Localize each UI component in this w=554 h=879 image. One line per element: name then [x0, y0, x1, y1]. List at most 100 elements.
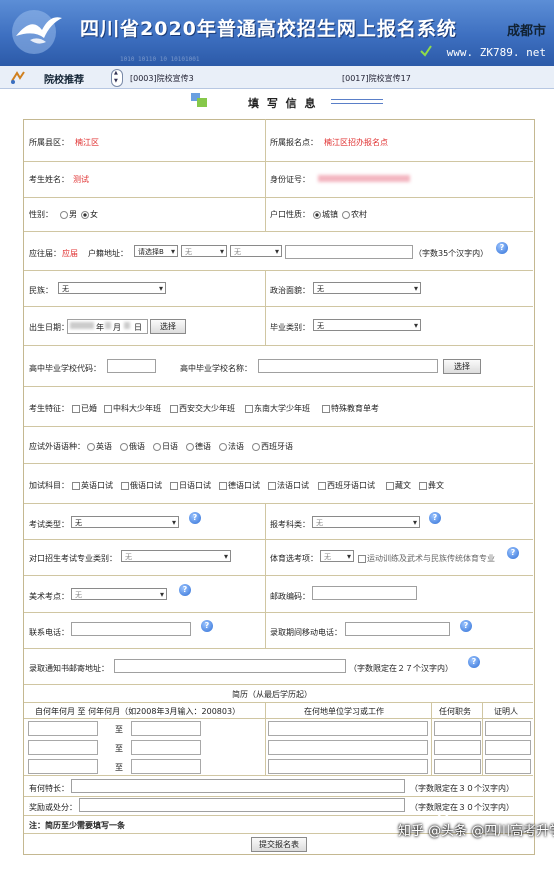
province-select[interactable]: 请选择B — [134, 245, 178, 257]
row-divider — [24, 775, 533, 776]
birth-day-unit: 日 — [134, 323, 142, 332]
resume-from-input[interactable] — [28, 721, 98, 736]
lang-radio[interactable]: 英语 — [87, 441, 112, 452]
resume-position-input[interactable] — [434, 740, 481, 755]
extra-checkbox[interactable]: 藏文 — [386, 480, 411, 491]
help-icon[interactable]: ? — [468, 656, 480, 668]
hukou-label: 户口性质： — [270, 210, 310, 219]
phone-input[interactable] — [71, 622, 191, 636]
resume-from-input[interactable] — [28, 740, 98, 755]
exam-type-select[interactable]: 无 — [71, 516, 179, 528]
feature-checkbox[interactable]: 西安交大少年班 — [170, 403, 235, 414]
recommend-link-1[interactable]: [0003]院校宣传3 — [130, 73, 194, 84]
column-divider — [265, 702, 266, 775]
address-label: 户籍地址： — [88, 249, 128, 258]
mobile-input[interactable] — [345, 622, 450, 636]
extra-option-label: 俄语口试 — [130, 481, 162, 490]
lang-option-label: 西班牙语 — [261, 442, 293, 451]
reward-hint: （字数限定在３０个汉字内） — [410, 803, 514, 812]
feature-checkbox[interactable]: 中科大少年班 — [104, 403, 161, 414]
recommend-link-2[interactable]: [0017]院校宣传17 — [342, 73, 411, 84]
ethnic-select[interactable]: 无 — [58, 282, 166, 294]
row-divider — [24, 197, 533, 198]
reward-input[interactable] — [79, 798, 405, 812]
resume-position-input[interactable] — [434, 721, 481, 736]
birth-date-field[interactable]: 年 月 日 — [67, 319, 148, 334]
mail-input[interactable] — [114, 659, 346, 673]
resume-witness-input[interactable] — [485, 721, 531, 736]
lang-radio[interactable]: 西班牙语 — [252, 441, 293, 452]
checkbox-icon — [170, 481, 178, 490]
lang-option-label: 法语 — [228, 442, 244, 451]
school-select-button[interactable]: 选择 — [443, 359, 481, 374]
extra-checkbox[interactable]: 法语口试 — [268, 480, 309, 491]
postal-input[interactable] — [312, 586, 417, 600]
lang-radio[interactable]: 日语 — [153, 441, 178, 452]
extra-checkbox[interactable]: 彝文 — [419, 480, 444, 491]
to-label: 至 — [115, 744, 123, 753]
resume-place-input[interactable] — [268, 721, 428, 736]
school-code-input[interactable] — [107, 359, 156, 373]
subject-select[interactable]: 无 — [312, 516, 420, 528]
vocational-select[interactable]: 无 — [121, 550, 231, 562]
extra-checkbox[interactable]: 西班牙语口试 — [318, 480, 375, 491]
features-label: 考生特征： — [29, 404, 69, 413]
specialty-input[interactable] — [71, 779, 405, 793]
gender-option-label: 女 — [90, 210, 98, 219]
art-select[interactable]: 无 — [71, 588, 167, 600]
gender-radio-male[interactable]: 男 — [60, 209, 77, 220]
political-select[interactable]: 无 — [313, 282, 421, 294]
resume-witness-input[interactable] — [485, 740, 531, 755]
address-hint: （字数35个汉字内） — [414, 249, 489, 258]
phone-label: 联系电话： — [29, 628, 69, 637]
help-icon[interactable]: ? — [179, 584, 191, 596]
city-select[interactable]: 无 — [181, 245, 227, 257]
feature-checkbox[interactable]: 特殊教育单考 — [322, 403, 379, 414]
lang-radio[interactable]: 法语 — [219, 441, 244, 452]
submit-button[interactable]: 提交报名表 — [251, 837, 307, 852]
birth-select-button[interactable]: 选择 — [150, 319, 186, 334]
feature-checkbox[interactable]: 东南大学少年班 — [245, 403, 310, 414]
extra-checkbox[interactable]: 日语口试 — [170, 480, 211, 491]
row-divider — [24, 575, 533, 576]
lang-option-label: 英语 — [96, 442, 112, 451]
school-code-label: 高中毕业学校代码： — [29, 364, 101, 373]
help-icon[interactable]: ? — [189, 512, 201, 524]
feature-option-label: 东南大学少年班 — [254, 404, 310, 413]
help-icon[interactable]: ? — [507, 547, 519, 559]
help-icon[interactable]: ? — [429, 512, 441, 524]
extra-checkbox[interactable]: 俄语口试 — [121, 480, 162, 491]
row-divider — [24, 503, 533, 504]
school-name-label: 高中毕业学校名称： — [180, 364, 252, 373]
lang-radio[interactable]: 德语 — [186, 441, 211, 452]
specialty-label: 有何特长： — [29, 784, 69, 793]
resume-to-input[interactable] — [131, 721, 201, 736]
resume-to-input[interactable] — [131, 759, 201, 774]
grad-type-select[interactable]: 无 — [313, 319, 421, 331]
lang-radio[interactable]: 俄语 — [120, 441, 145, 452]
district-select[interactable]: 无 — [230, 245, 282, 257]
hukou-radio-urban[interactable]: 城镇 — [313, 209, 338, 220]
resume-to-input[interactable] — [131, 740, 201, 755]
sports-select[interactable]: 无 — [320, 550, 354, 562]
resume-from-input[interactable] — [28, 759, 98, 774]
address-input[interactable] — [285, 245, 413, 259]
hukou-radio-rural[interactable]: 农村 — [342, 209, 367, 220]
resume-position-input[interactable] — [434, 759, 481, 774]
extra-checkbox[interactable]: 德语口试 — [219, 480, 260, 491]
resume-witness-input[interactable] — [485, 759, 531, 774]
sports-checkbox[interactable]: 运动训练及武术与民族传统体育专业 — [358, 553, 495, 564]
gender-radio-female[interactable]: 女 — [81, 209, 98, 220]
help-icon[interactable]: ? — [496, 242, 508, 254]
feature-checkbox[interactable]: 已婚 — [72, 403, 97, 414]
school-name-input[interactable] — [258, 359, 438, 373]
help-icon[interactable]: ? — [460, 620, 472, 632]
column-divider — [431, 702, 432, 775]
resume-place-input[interactable] — [268, 759, 428, 774]
scroll-spinner[interactable]: ▲ ▼ — [111, 69, 123, 87]
extra-option-label: 藏文 — [395, 481, 411, 490]
help-icon[interactable]: ? — [201, 620, 213, 632]
birth-label: 出生日期： — [29, 323, 69, 332]
resume-place-input[interactable] — [268, 740, 428, 755]
extra-checkbox[interactable]: 英语口试 — [72, 480, 113, 491]
